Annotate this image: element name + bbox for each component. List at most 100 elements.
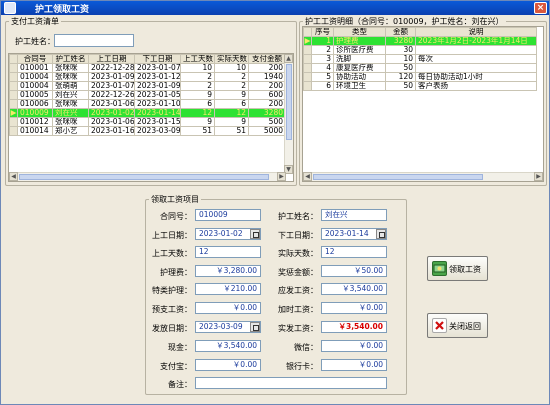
detail-row[interactable]: ▶ 1 护理费 3280 2023年1月2日-2023年1月14日 [303,36,537,46]
payment-row[interactable]: 010001 张咪咪 2022-12-28 2023-01-07 10 10 200 [9,63,286,73]
column-header[interactable]: 下工日期 [134,54,181,64]
receive-wage-button[interactable]: 领取工资 [427,256,488,281]
detail-table-hscroll[interactable]: ◀ ▶ [303,172,543,181]
detail-cell: 护理费 [333,36,386,46]
column-header[interactable]: 序号 [311,27,334,37]
row-indicator [9,63,18,73]
worker-name-field[interactable]: 刘在兴 [321,209,387,221]
column-header[interactable]: 合同号 [17,54,53,64]
payment-cell: 2023-01-06 [88,99,135,109]
scroll-right-icon[interactable]: ▶ [277,172,286,181]
payment-cell: 010009 [17,108,53,118]
detail-row[interactable]: 4 康复医疗费 50 [303,63,537,73]
detail-cell: 每次 [415,54,537,64]
column-header[interactable]: 实际天数 [214,54,249,64]
end-date-field[interactable]: 2023-01-14 [321,228,387,240]
contract-no-label: 合同号： [160,212,192,221]
scroll-thumb[interactable] [313,174,483,180]
bonus-field[interactable]: ￥50.00 [321,265,387,277]
payment-cell: 6 [214,99,249,109]
payment-row[interactable]: 010006 张咪咪 2023-01-06 2023-01-10 6 6 200 [9,99,286,109]
actual-days-label: 实际天数： [278,249,318,258]
alipay-field[interactable]: ￥0.00 [195,359,261,371]
scroll-left-icon[interactable]: ◀ [9,172,18,181]
column-header[interactable]: 支付金额 [248,54,286,64]
payment-cell: 010005 [17,90,53,100]
column-header[interactable]: 护工姓名 [52,54,89,64]
scroll-up-icon[interactable]: ▲ [284,54,293,63]
detail-row[interactable]: 2 诊所医疗费 30 [303,45,537,55]
payment-cell: 500 [248,117,286,127]
payment-cell: 010001 [17,63,53,73]
payment-cell: 张咪咪 [52,117,89,127]
close-icon[interactable]: × [534,2,547,14]
payment-cell: 51 [214,126,249,136]
care-fee-field[interactable]: ￥3,280.00 [195,265,261,277]
detail-row[interactable]: 6 环境卫生 50 客户表扬 [303,81,537,91]
overtime-label: 加时工资： [278,305,318,314]
work-days-field[interactable]: 12 [195,246,261,258]
scroll-right-icon[interactable]: ▶ [534,172,543,181]
payment-cell: 9 [180,90,215,100]
wechat-field[interactable]: ￥0.00 [321,340,387,352]
main-window: 护工领取工资 × 支付工资清单 护工姓名： 合同号 护工姓名 上工日期 下工日期… [0,0,550,405]
special-care-field[interactable]: ￥210.00 [195,283,261,295]
scroll-thumb[interactable] [19,174,269,180]
payment-row[interactable]: 010005 刘在兴 2022-12-26 2023-01-05 9 9 600 [9,90,286,100]
row-indicator [9,81,18,91]
payment-row[interactable]: ▶ 010009 刘在兴 2023-01-02 2023-01-14 12 12 3280 [9,108,286,118]
detail-cell: 5 [311,72,334,82]
row-indicator [9,90,18,100]
row-indicator [303,45,312,55]
payment-row[interactable]: 010004 张萌萌 2023-01-07 2023-01-09 2 2 200 [9,81,286,91]
column-header[interactable]: 金额 [385,27,416,37]
contract-no-field[interactable]: 010009 [195,209,261,221]
payment-cell: 2023-03-09 [134,126,181,136]
actual-pay-field[interactable]: ￥3,540.00 [321,321,387,333]
calendar-icon[interactable] [376,229,386,239]
remark-field[interactable] [195,377,387,389]
close-return-button[interactable]: 关闭返回 [427,313,488,338]
bank-card-field[interactable]: ￥0.00 [321,359,387,371]
detail-cell: 2 [311,45,334,55]
bank-card-label: 银行卡： [286,362,318,371]
detail-cell: 环境卫生 [333,81,386,91]
column-header[interactable]: 上工日期 [88,54,135,64]
payment-cell: 5000 [248,126,286,136]
column-header[interactable]: 类型 [333,27,386,37]
column-header[interactable]: 上工天数 [180,54,215,64]
payment-cell: 3280 [248,108,286,118]
payment-cell: 12 [214,108,249,118]
overtime-field[interactable]: ￥0.00 [321,302,387,314]
search-input[interactable] [54,34,134,47]
detail-row[interactable]: 5 协助活动 120 每日协助活动1小时 [303,72,537,82]
scroll-left-icon[interactable]: ◀ [303,172,312,181]
payment-row[interactable]: 010014 郑小艺 2023-01-16 2023-03-09 51 51 5000 [9,126,286,136]
payment-table-hscroll[interactable]: ◀ ▶ [9,172,286,181]
payment-row[interactable]: 010004 张咪咪 2023-01-09 2023-01-12 2 2 1940 [9,72,286,82]
scroll-thumb[interactable] [286,64,292,140]
payment-cell: 2022-12-28 [88,63,135,73]
detail-cell: 3280 [385,36,416,46]
calendar-icon[interactable] [250,229,260,239]
payment-cell: 张萌萌 [52,81,89,91]
detail-row[interactable]: 3 洗脚 10 每次 [303,54,537,64]
advance-field[interactable]: ￥0.00 [195,302,261,314]
payment-cell: 2023-01-06 [88,117,135,127]
calendar-icon[interactable] [250,322,260,332]
detail-cell [415,45,537,55]
detail-cell: 2023年1月2日-2023年1月14日 [415,36,537,46]
row-indicator: ▶ [303,36,312,46]
payable-field[interactable]: ￥3,540.00 [321,283,387,295]
row-indicator [303,54,312,64]
row-indicator [9,126,18,136]
row-indicator [303,72,312,82]
actual-days-field[interactable]: 12 [321,246,387,258]
payment-table-vscroll[interactable]: ▲ ▼ [284,54,293,174]
column-header[interactable]: 说明 [415,27,537,37]
pay-date-field[interactable]: 2023-03-09 [195,321,261,333]
start-date-field[interactable]: 2023-01-02 [195,228,261,240]
cash-field[interactable]: ￥3,540.00 [195,340,261,352]
payment-row[interactable]: 010012 张咪咪 2023-01-06 2023-01-15 9 9 500 [9,117,286,127]
special-care-label: 特类护理： [152,286,192,295]
